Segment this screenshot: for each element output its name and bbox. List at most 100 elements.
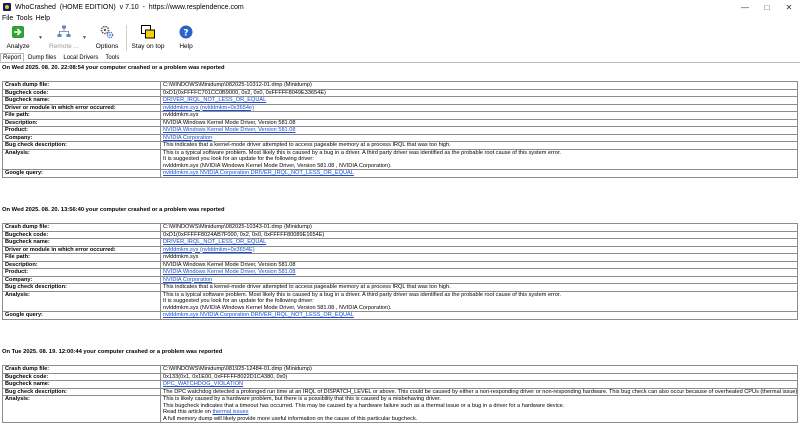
table-row: Bugcheck name: DRIVER_IRQL_NOT_LESS_OR_EQ… bbox=[2, 96, 798, 105]
product-link[interactable]: NVIDIA Windows Kernel Mode Driver, Versi… bbox=[163, 127, 295, 133]
crash-details-table: Crash dump file: C:\WINDOWS\Minidump\0820… bbox=[2, 81, 798, 178]
options-button[interactable]: Options bbox=[90, 23, 124, 53]
table-row: Crash dump file: C:\WINDOWS\Minidump\0819… bbox=[2, 365, 798, 374]
whocrashed-app-icon bbox=[3, 3, 11, 11]
row-label: Analysis: bbox=[2, 148, 161, 170]
tab-bar: Report Dump files Local Drivers Tools bbox=[0, 53, 800, 63]
stay-on-top-button[interactable]: Stay on top bbox=[129, 23, 167, 53]
network-computers-icon bbox=[57, 25, 71, 39]
report-content[interactable]: On Wed 2025. 08. 20. 22:08:54 your compu… bbox=[0, 63, 800, 430]
row-label: Company: bbox=[2, 133, 161, 142]
table-row: Analysis: This is likely caused by a har… bbox=[2, 395, 798, 423]
driver-link[interactable]: nvlddmkm.sys (nvlddmkm+0x3654e) bbox=[163, 105, 254, 111]
table-row: Description: NVIDIA Windows Kernel Mode D… bbox=[2, 260, 798, 269]
crash-header: On Tue 2025. 08. 19. 12:00:44 your compu… bbox=[2, 349, 223, 355]
row-label: Crash dump file: bbox=[2, 81, 161, 90]
analyze-label: Analyze bbox=[6, 43, 30, 50]
help-label: Help bbox=[179, 43, 193, 50]
row-value: C:\WINDOWS\Minidump\082025-10312-01.dmp … bbox=[160, 81, 798, 90]
row-label: Description: bbox=[2, 260, 161, 269]
table-row: Bug check description: This indicates tha… bbox=[2, 141, 798, 150]
row-value: 0x133(0x1, 0x1E00, 0xFFFFF8022D1C4380, 0… bbox=[160, 372, 798, 381]
help-button[interactable]: ? Help bbox=[171, 23, 201, 53]
table-row: Bugcheck name: DRIVER_IRQL_NOT_LESS_OR_EQ… bbox=[2, 238, 798, 247]
toolbar: Analyze ▼ Remote ... ▼ Options Stay on t… bbox=[0, 23, 800, 53]
crash-header: On Wed 2025. 08. 20. 13:56:40 your compu… bbox=[2, 207, 225, 213]
analysis-line: A full memory dump will likely provide m… bbox=[163, 415, 418, 422]
toolbar-separator bbox=[126, 25, 127, 51]
table-row: Description: NVIDIA Windows Kernel Mode D… bbox=[2, 118, 798, 127]
bugcheck-name-link[interactable]: DRIVER_IRQL_NOT_LESS_OR_EQUAL bbox=[163, 97, 266, 103]
bugcheck-name-link[interactable]: DPC_WATCHDOG_VIOLATION bbox=[163, 381, 243, 387]
table-row: Company: NVIDIA Corporation bbox=[2, 275, 798, 284]
analysis-line: nvlddmkm.sys (NVIDIA Windows Kernel Mode… bbox=[163, 162, 392, 169]
tab-local-drivers[interactable]: Local Drivers bbox=[60, 53, 101, 62]
crash-details-table: Crash dump file: C:\WINDOWS\Minidump\0820… bbox=[2, 223, 798, 320]
window-controls: — □ ✕ bbox=[734, 0, 800, 14]
row-label: Google query: bbox=[2, 311, 161, 320]
driver-link[interactable]: nvlddmkm.sys (nvlddmkm+0x3654E) bbox=[163, 247, 255, 253]
row-label: Crash dump file: bbox=[2, 365, 161, 374]
row-label: Bug check description: bbox=[2, 283, 161, 292]
table-row: Crash dump file: C:\WINDOWS\Minidump\0820… bbox=[2, 81, 798, 90]
google-query-link[interactable]: nvlddmkm.sys NVIDIA Corporation DRIVER_I… bbox=[163, 170, 354, 176]
row-label: Bugcheck name: bbox=[2, 380, 161, 389]
company-link[interactable]: NVIDIA Corporation bbox=[163, 277, 212, 283]
row-label: Company: bbox=[2, 275, 161, 284]
google-query-link[interactable]: nvlddmkm.sys NVIDIA Corporation DRIVER_I… bbox=[163, 312, 354, 318]
tab-dump-files[interactable]: Dump files bbox=[25, 53, 59, 62]
analyze-dropdown-icon[interactable]: ▼ bbox=[38, 35, 43, 41]
minimize-button[interactable]: — bbox=[734, 0, 756, 14]
row-label: Product: bbox=[2, 268, 161, 277]
analysis-cell: This is a typical software problem. Most… bbox=[160, 290, 798, 312]
analysis-cell: This is a typical software problem. Most… bbox=[160, 148, 798, 170]
read-article-text: Read this article on bbox=[163, 409, 211, 415]
table-row: Product: NVIDIA Windows Kernel Mode Drive… bbox=[2, 126, 798, 135]
row-value: The DPC watchdog detected a prolonged ru… bbox=[160, 387, 798, 396]
row-label: Driver or module in which error occurred… bbox=[2, 245, 161, 254]
row-value: nvlddmkm.sys bbox=[160, 253, 798, 262]
gears-icon bbox=[100, 25, 114, 39]
thermal-issues-link[interactable]: thermal issues bbox=[212, 409, 248, 415]
row-label: File path: bbox=[2, 253, 161, 262]
maximize-button[interactable]: □ bbox=[756, 0, 778, 14]
tab-report[interactable]: Report bbox=[0, 53, 25, 62]
product-link[interactable]: NVIDIA Windows Kernel Mode Driver, Versi… bbox=[163, 269, 295, 275]
stay-on-top-label: Stay on top bbox=[131, 43, 165, 50]
tab-tools[interactable]: Tools bbox=[102, 53, 122, 62]
row-label: Analysis: bbox=[2, 290, 161, 312]
company-link[interactable]: NVIDIA Corporation bbox=[163, 135, 212, 141]
table-row: Bug check description: The DPC watchdog d… bbox=[2, 387, 798, 396]
crash-header: On Wed 2025. 08. 20. 22:08:54 your compu… bbox=[2, 65, 225, 71]
row-value: nvlddmkm.sys bbox=[160, 111, 798, 120]
table-row: Analysis: This is a typical software pro… bbox=[2, 148, 798, 170]
row-label: Bug check description: bbox=[2, 141, 161, 150]
menu-help[interactable]: Help bbox=[36, 15, 50, 22]
stacked-windows-icon bbox=[141, 25, 155, 39]
analyze-button[interactable]: Analyze bbox=[0, 23, 36, 53]
row-value: C:\WINDOWS\Minidump\082025-10343-01.dmp … bbox=[160, 223, 798, 232]
row-label: Description: bbox=[2, 118, 161, 127]
help-question-icon: ? bbox=[179, 25, 193, 39]
table-row: Google query: nvlddmkm.sys NVIDIA Corpora… bbox=[2, 311, 798, 320]
row-label: Google query: bbox=[2, 169, 161, 178]
table-row: Google query: nvlddmkm.sys NVIDIA Corpora… bbox=[2, 169, 798, 178]
table-row: Company: NVIDIA Corporation bbox=[2, 133, 798, 142]
remote-dropdown-icon: ▼ bbox=[82, 35, 87, 41]
row-label: Bugcheck code: bbox=[2, 230, 161, 239]
close-button[interactable]: ✕ bbox=[778, 0, 800, 14]
row-label: Driver or module in which error occurred… bbox=[2, 103, 161, 112]
remote-button: Remote ... bbox=[44, 23, 84, 53]
window-title: WhoCrashed (HOME EDITION) v 7.10 - https… bbox=[15, 3, 244, 11]
menu-tools[interactable]: Tools bbox=[16, 15, 32, 22]
row-label: Crash dump file: bbox=[2, 223, 161, 232]
svg-text:?: ? bbox=[183, 29, 188, 39]
menu-file[interactable]: File bbox=[2, 15, 13, 22]
row-value: 0xD1(0xFFFFF8024AB7F000, 0x2, 0x0, 0xFFF… bbox=[160, 230, 798, 239]
bugcheck-name-link[interactable]: DRIVER_IRQL_NOT_LESS_OR_EQUAL bbox=[163, 239, 266, 245]
analysis-cell: This is likely caused by a hardware prob… bbox=[160, 395, 798, 423]
table-row: File path: nvlddmkm.sys bbox=[2, 111, 798, 120]
row-label: Bugcheck code: bbox=[2, 88, 161, 97]
table-row: Analysis: This is a typical software pro… bbox=[2, 290, 798, 312]
row-value: C:\WINDOWS\Minidump\081925-12484-01.dmp … bbox=[160, 365, 798, 374]
